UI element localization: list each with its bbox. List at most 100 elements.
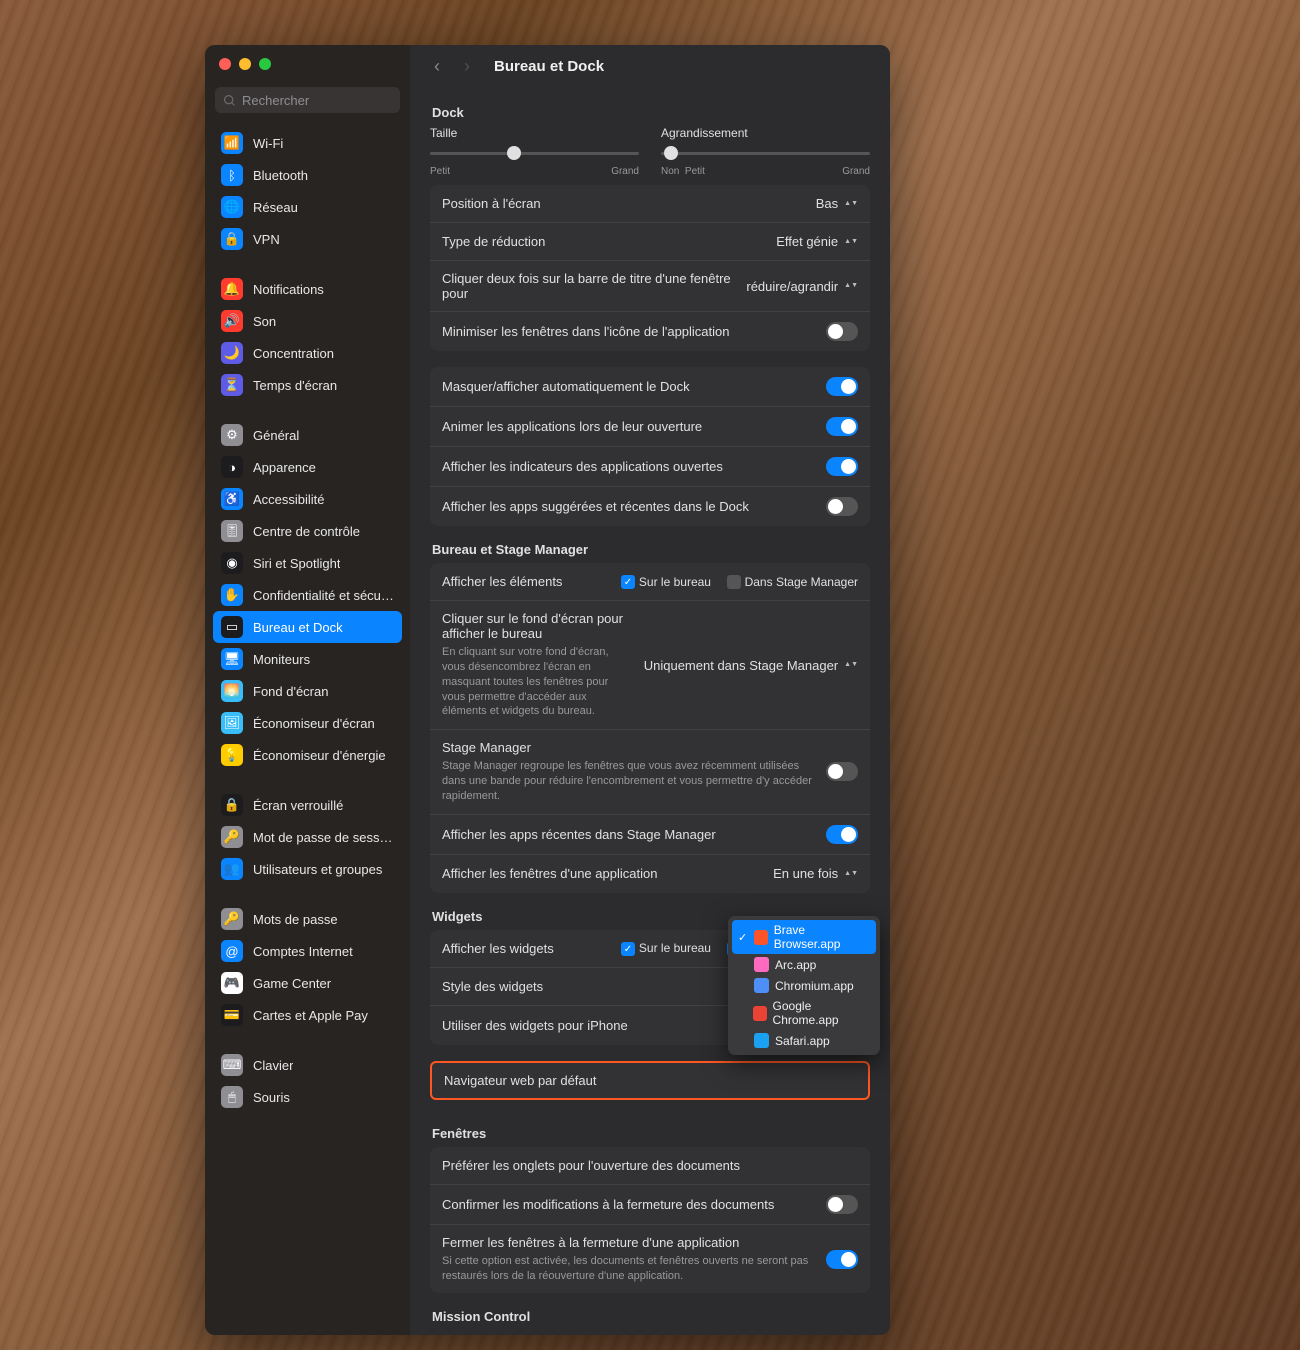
sidebar: Rechercher 📶Wi-FiᛒBluetooth 🌐 Réseau 🔒 VPN 🔔N…	[205, 45, 410, 1335]
siri-icon: ◉	[221, 552, 243, 574]
energy-icon: 💡	[221, 744, 243, 766]
setting-row: Afficher les apps suggérées et récentes …	[430, 487, 870, 526]
browser-option[interactable]: Google Chrome.app	[732, 996, 876, 1030]
sidebar-item-display[interactable]: 🖥Moniteurs	[213, 643, 402, 675]
sidebar-item-siri[interactable]: ◉Siri et Spotlight	[213, 547, 402, 579]
close-windows-toggle[interactable]	[826, 1250, 858, 1269]
setting-row: Animer les applications lors de leur ouv…	[430, 407, 870, 447]
sidebar-item-label: Bureau et Dock	[253, 620, 343, 635]
toggle-control[interactable]	[826, 457, 858, 476]
sidebar-item-label: Économiseur d'écran	[253, 716, 375, 731]
network-icon: 🌐	[221, 196, 243, 218]
back-button[interactable]: ‹	[428, 56, 446, 77]
sidebar-item-label: Souris	[253, 1090, 290, 1105]
sidebar-item-dock[interactable]: ▭ Bureau et Dock	[213, 611, 402, 643]
bluetooth-icon: ᛒ	[221, 164, 243, 186]
search-field[interactable]: Rechercher	[215, 87, 400, 113]
sidebar-item-lock[interactable]: 🔒Écran verrouillé	[213, 789, 402, 821]
sidebar-item-mouse[interactable]: 🖱Souris	[213, 1081, 402, 1113]
sidebar-item-label: Concentration	[253, 346, 334, 361]
browser-option-label: Chromium.app	[775, 979, 854, 993]
sidebar-item-label: VPN	[253, 232, 280, 247]
sidebar-item-moon[interactable]: 🌙Concentration	[213, 337, 402, 369]
select-control[interactable]: réduire/agrandir▲▼	[746, 279, 858, 294]
default-browser-row: Navigateur web par défaut	[430, 1061, 870, 1100]
app-windows-select[interactable]: En une fois▲▼	[773, 866, 858, 881]
sidebar-item-keyboard[interactable]: ⌨Clavier	[213, 1049, 402, 1081]
setting-label: Cliquer deux fois sur la barre de titre …	[442, 271, 746, 301]
magnification-slider[interactable]	[661, 142, 870, 164]
sidebar-item-sound[interactable]: 🔊Son	[213, 305, 402, 337]
confirm-changes-toggle[interactable]	[826, 1195, 858, 1214]
close-windows-label: Fermer les fenêtres à la fermeture d'une…	[442, 1235, 816, 1250]
sidebar-item-key[interactable]: 🔑Mot de passe de session	[213, 821, 402, 853]
browser-option[interactable]: ✓Brave Browser.app	[732, 920, 876, 954]
setting-label: Afficher les indicateurs des application…	[442, 459, 826, 474]
browser-option[interactable]: Chromium.app	[732, 975, 876, 996]
toggle-control[interactable]	[826, 417, 858, 436]
select-control[interactable]: Bas▲▼	[816, 196, 858, 211]
sidebar-item-label: Mots de passe	[253, 912, 338, 927]
browser-option[interactable]: Arc.app	[732, 954, 876, 975]
sidebar-item-appearance[interactable]: ◑ Apparence	[213, 451, 402, 483]
sidebar-item-passwords[interactable]: 🔑Mots de passe	[213, 903, 402, 935]
dock-size-slider[interactable]	[430, 142, 639, 164]
widgets-desktop-checkbox[interactable]: ✓	[621, 942, 635, 956]
toggle-control[interactable]	[826, 322, 858, 341]
sidebar-item-label: Écran verrouillé	[253, 798, 343, 813]
dock-icon: ▭	[221, 616, 243, 638]
sidebar-item-gamecenter[interactable]: 🎮Game Center	[213, 967, 402, 999]
sidebar-item-label: Apparence	[253, 460, 316, 475]
keyboard-icon: ⌨	[221, 1054, 243, 1076]
browser-option-label: Arc.app	[775, 958, 816, 972]
browser-option[interactable]: Safari.app	[732, 1030, 876, 1051]
toggle-control[interactable]	[826, 377, 858, 396]
appearance-icon: ◑	[221, 456, 243, 478]
wallpaper-icon: 🌅	[221, 680, 243, 702]
forward-button[interactable]: ›	[458, 56, 476, 77]
sidebar-item-hand[interactable]: ✋Confidentialité et sécurité	[213, 579, 402, 611]
setting-label: Minimiser les fenêtres dans l'icône de l…	[442, 324, 826, 339]
select-control[interactable]: Effet génie▲▼	[776, 234, 858, 249]
accessibility-icon: ♿	[221, 488, 243, 510]
sidebar-item-vpn[interactable]: 🔒 VPN	[213, 223, 402, 255]
browser-option-label: Google Chrome.app	[773, 999, 870, 1027]
stage-manager-toggle[interactable]	[826, 762, 858, 781]
key-icon: 🔑	[221, 826, 243, 848]
sidebar-item-label: Réseau	[253, 200, 298, 215]
stage-recent-toggle[interactable]	[826, 825, 858, 844]
gear-icon: ⚙	[221, 424, 243, 446]
toggle-control[interactable]	[826, 497, 858, 516]
sidebar-item-wallet[interactable]: 💳Cartes et Apple Pay	[213, 999, 402, 1031]
sidebar-item-wallpaper[interactable]: 🌅Fond d'écran	[213, 675, 402, 707]
sidebar-item-label: Moniteurs	[253, 652, 310, 667]
browser-icon	[753, 1006, 767, 1021]
sidebar-item-controlcenter[interactable]: 🎚Centre de contrôle	[213, 515, 402, 547]
sidebar-item-bell[interactable]: 🔔Notifications	[213, 273, 402, 305]
sidebar-item-gear[interactable]: ⚙Général	[213, 419, 402, 451]
gamecenter-icon: 🎮	[221, 972, 243, 994]
default-browser-label: Navigateur web par défaut	[444, 1073, 706, 1088]
sidebar-item-accessibility[interactable]: ♿ Accessibilité	[213, 483, 402, 515]
windows-section-title: Fenêtres	[432, 1126, 868, 1141]
stage-manager-checkbox[interactable]	[727, 575, 741, 589]
sidebar-item-screensaver[interactable]: 🖼Économiseur d'écran	[213, 707, 402, 739]
sidebar-item-bluetooth[interactable]: ᛒBluetooth	[213, 159, 402, 191]
sidebar-item-at[interactable]: @Comptes Internet	[213, 935, 402, 967]
close-button[interactable]	[219, 58, 231, 70]
sidebar-item-network[interactable]: 🌐 Réseau	[213, 191, 402, 223]
prefer-tabs-label: Préférer les onglets pour l'ouverture de…	[442, 1158, 858, 1173]
stage-desktop-checkbox[interactable]: ✓	[621, 575, 635, 589]
wallpaper-click-select[interactable]: Uniquement dans Stage Manager▲▼	[644, 658, 858, 673]
sidebar-item-energy[interactable]: 💡Économiseur d'énergie	[213, 739, 402, 771]
vpn-icon: 🔒	[221, 228, 243, 250]
minimize-button[interactable]	[239, 58, 251, 70]
wallet-icon: 💳	[221, 1004, 243, 1026]
sidebar-item-hourglass[interactable]: ⏳Temps d'écran	[213, 369, 402, 401]
setting-row: Type de réductionEffet génie▲▼	[430, 223, 870, 261]
sidebar-item-wifi[interactable]: 📶Wi-Fi	[213, 127, 402, 159]
stage-section-title: Bureau et Stage Manager	[432, 542, 868, 557]
sidebar-item-users[interactable]: 👥Utilisateurs et groupes	[213, 853, 402, 885]
sidebar-item-label: Accessibilité	[253, 492, 325, 507]
fullscreen-button[interactable]	[259, 58, 271, 70]
